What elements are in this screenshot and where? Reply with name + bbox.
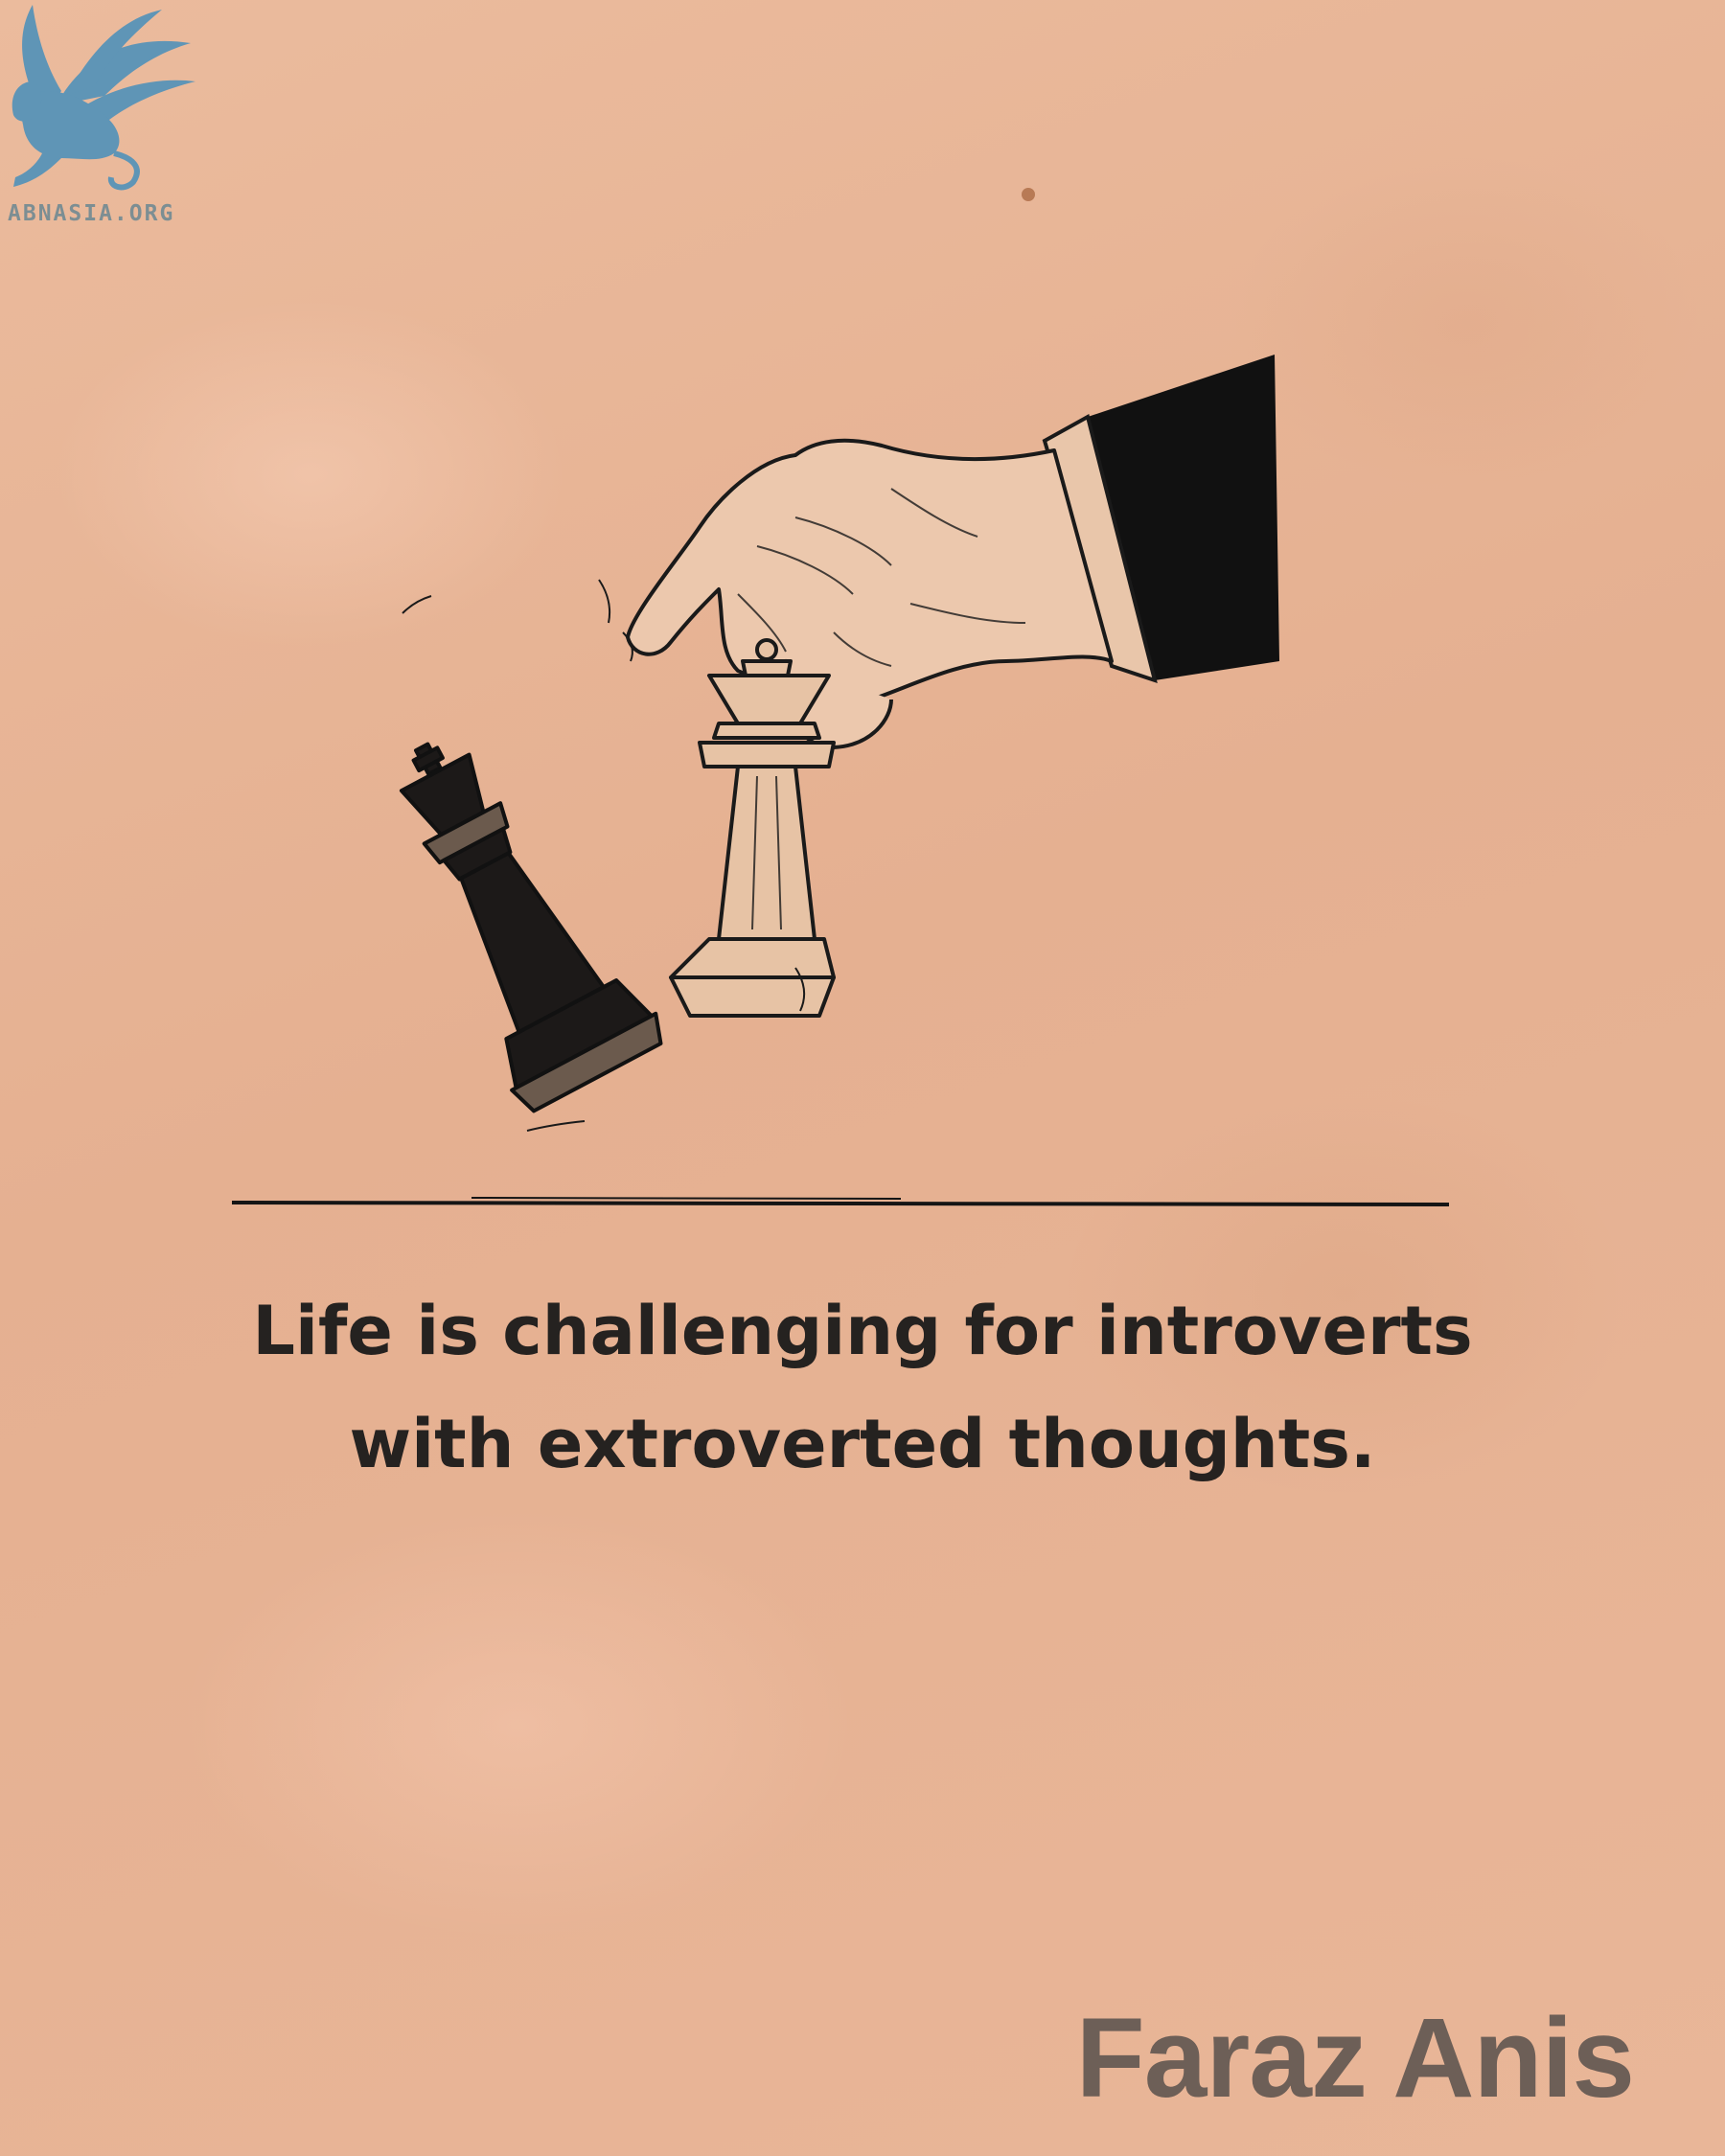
logo-text: ABNASIA.ORG [8,201,175,226]
hand-icon [626,438,1114,749]
winged-lion-icon [12,5,196,191]
author-name: Faraz Anis [1075,1995,1635,2122]
ground-line [231,1201,1450,1206]
quote-line-1: Life is challenging for introverts [252,1292,1473,1370]
quote-text: Life is challenging for introverts with … [144,1274,1581,1501]
black-king-icon [399,742,663,1113]
quote-line-2: with extroverted thoughts. [349,1405,1376,1483]
white-queen-icon [669,638,836,1018]
hand-moving-chess-queen-icon [231,355,1450,1206]
paper-speck [1022,188,1035,201]
